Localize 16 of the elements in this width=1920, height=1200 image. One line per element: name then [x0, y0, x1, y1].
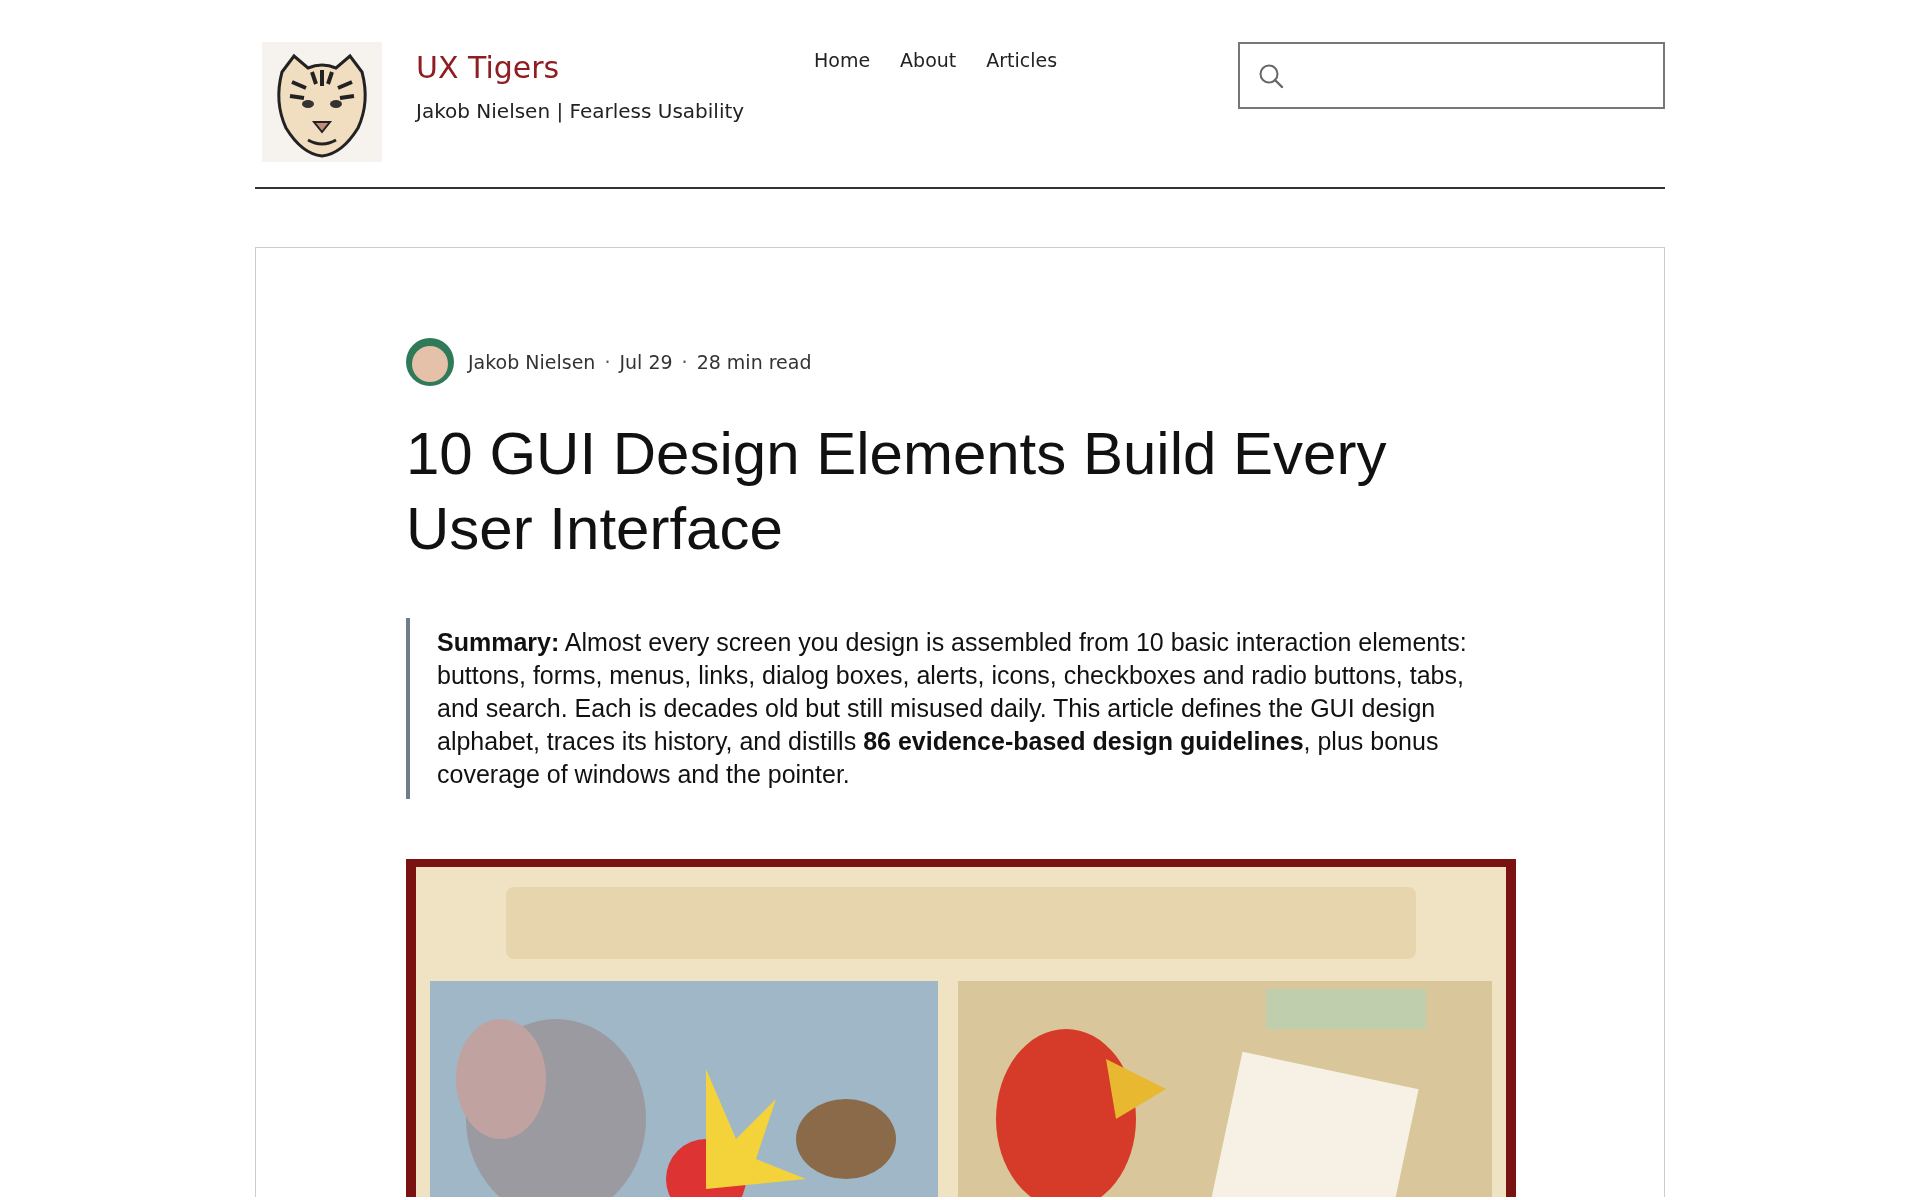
- separator-dot: ·: [680, 351, 689, 373]
- nav-link[interactable]: Home: [814, 49, 871, 71]
- summary-text: Summary: Almost every screen you design is assembled from 10 basic interaction elements: buttons, forms, menus, links, dialog boxes, alerts, icons, checkboxes and radio buttons, tabs, and search. Each is decades old but still misused daily. This article defines the GUI design alphabet, traces its history, and distills 86 evidence-based design guidelines, plus bonus coverage of windows and the pointer.: [437, 627, 1467, 790]
- search-icon: [1258, 62, 1284, 89]
- separator-dot: ·: [603, 351, 612, 373]
- byline-text: 28 min read: [696, 351, 812, 373]
- byline-text: Jul 29: [619, 351, 673, 373]
- article-title: 10 GUI Design Elements Build Every User Interface: [406, 419, 1388, 564]
- site-tagline: Jakob Nielsen | Fearless Usability: [416, 99, 746, 123]
- byline-text: Jakob Nielsen: [468, 351, 596, 373]
- site-title[interactable]: UX Tigers: [416, 50, 796, 85]
- tiger-head-icon[interactable]: [262, 42, 382, 162]
- nav-link[interactable]: About: [900, 49, 957, 71]
- search-field[interactable]: [1238, 42, 1665, 109]
- nav-link[interactable]: Articles: [986, 49, 1058, 71]
- author-avatar[interactable]: [406, 338, 454, 386]
